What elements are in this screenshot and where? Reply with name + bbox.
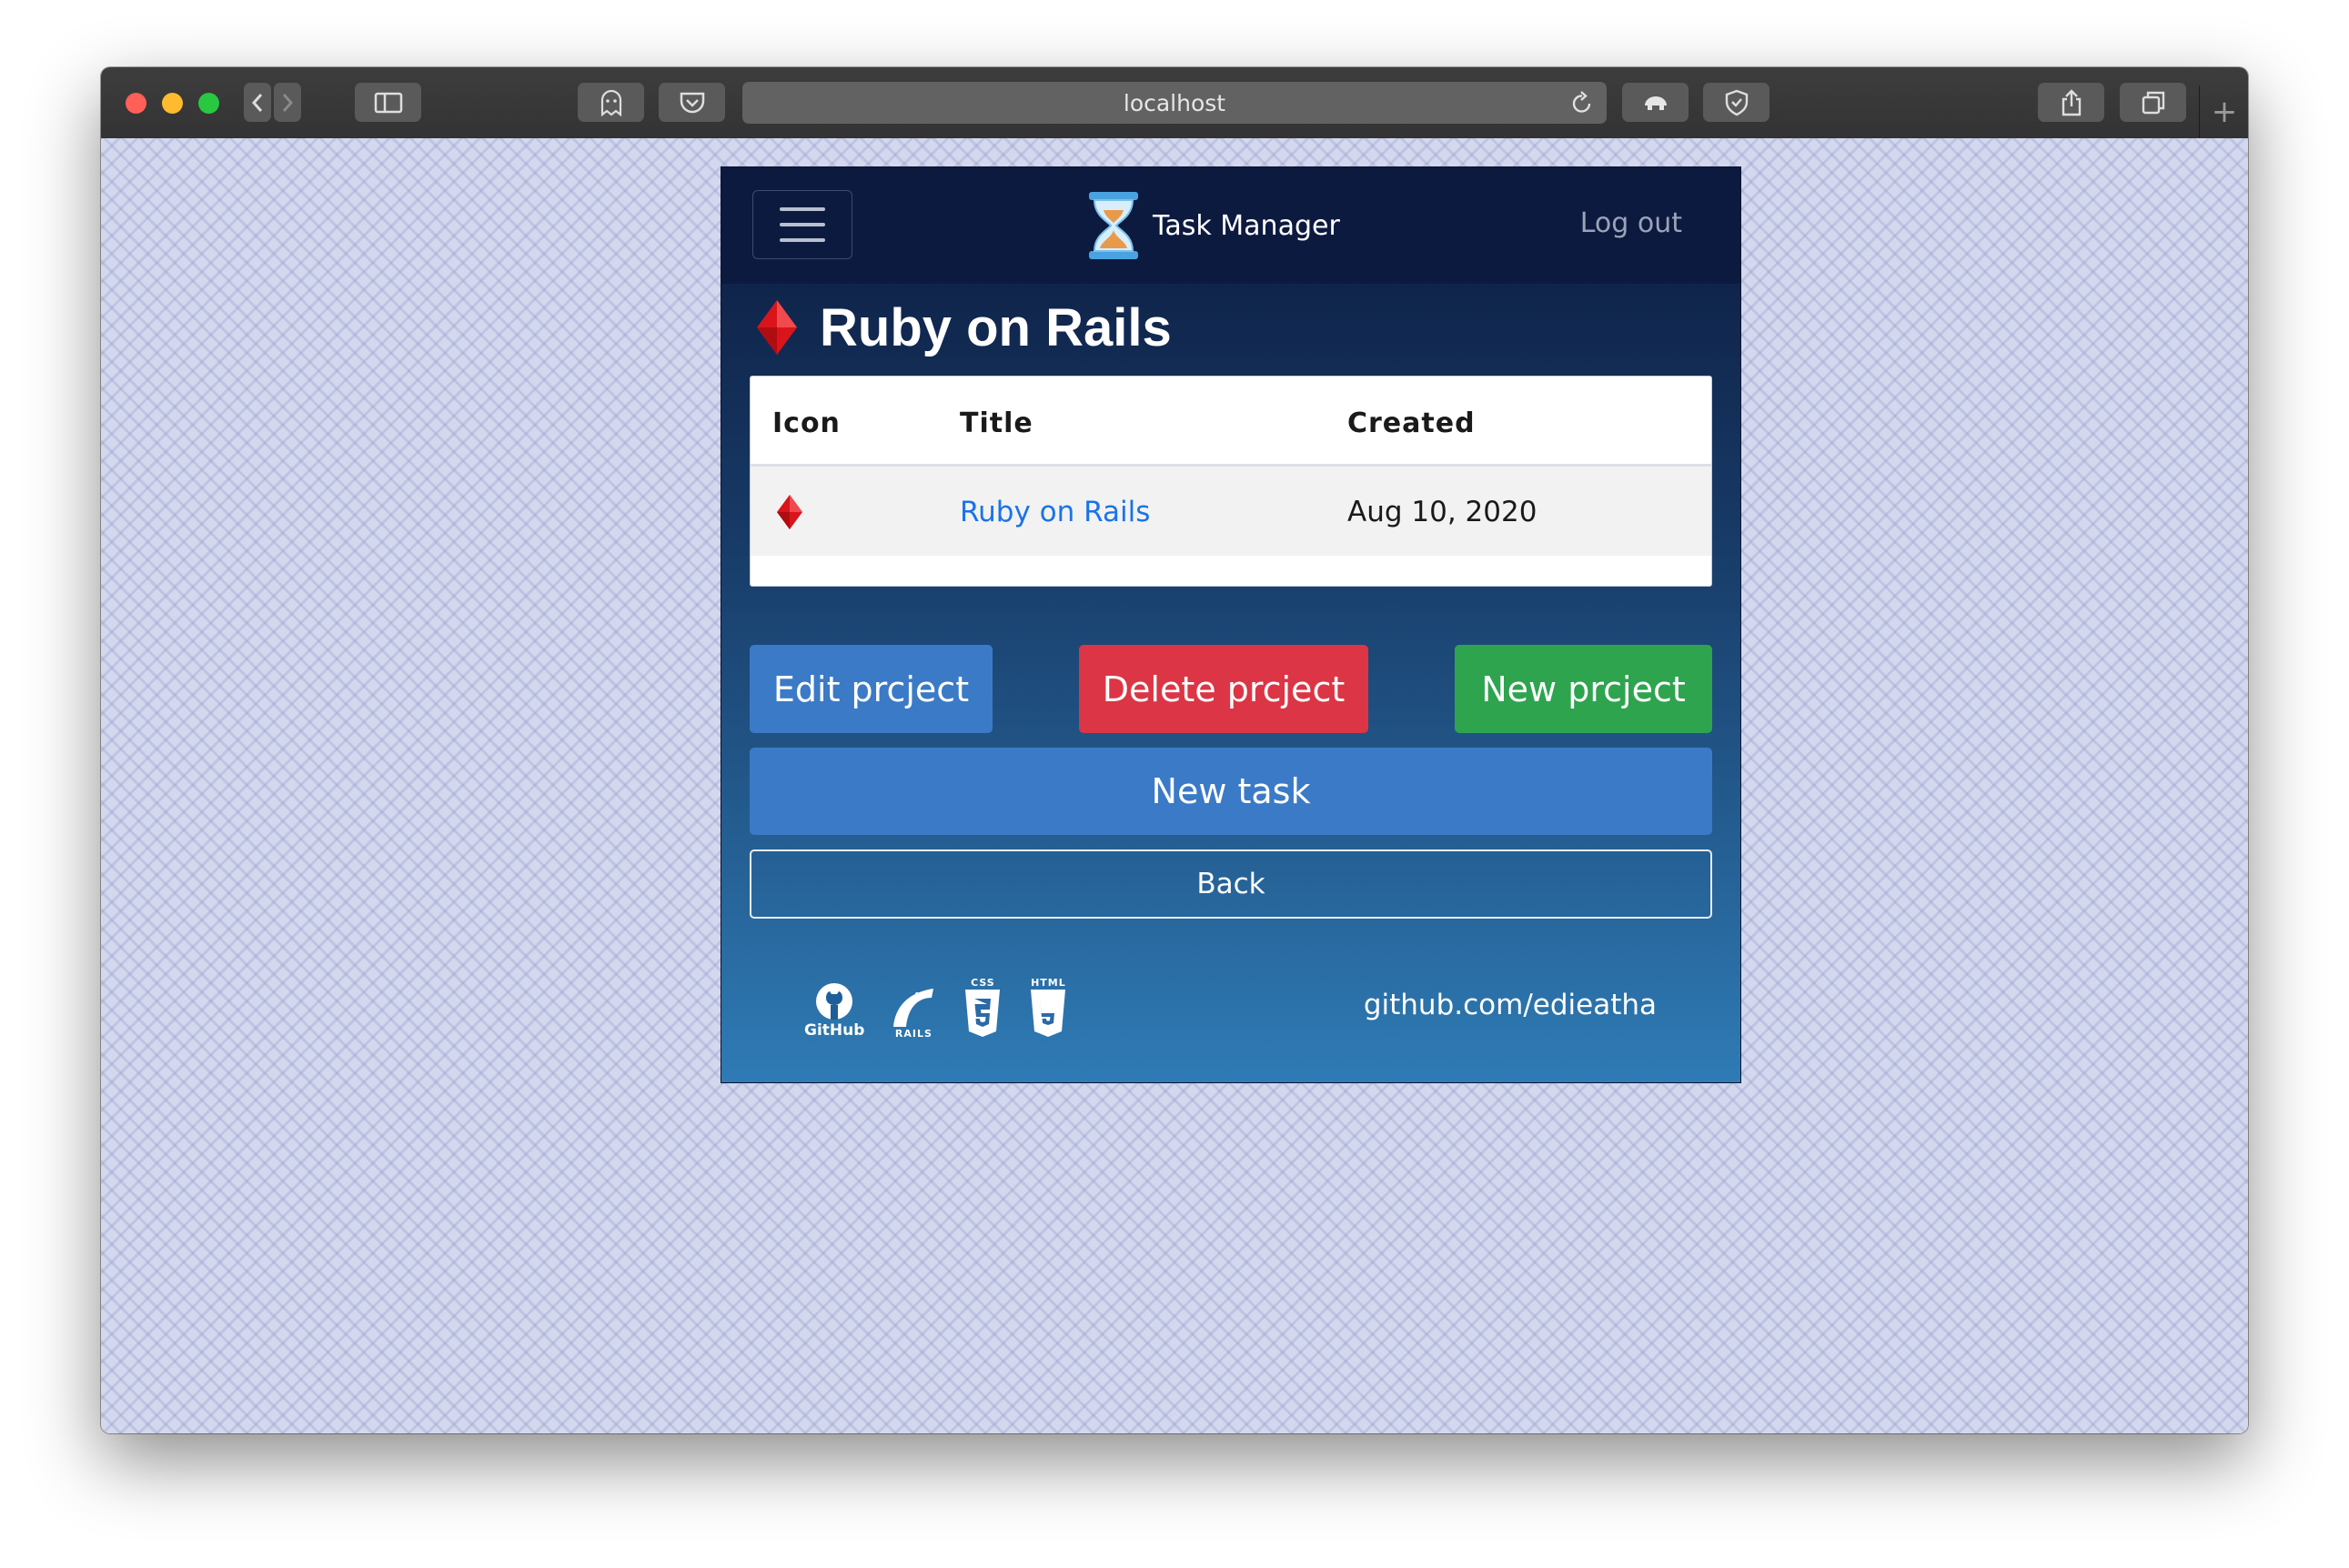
close-window-button[interactable]	[126, 93, 146, 114]
projects-table: Icon Title Created Ruby on Rails Aug 10,…	[750, 376, 1712, 587]
pocket-extension-button[interactable]	[659, 83, 725, 122]
rails-caption: RAILS	[894, 1028, 933, 1040]
css-caption: CSS	[971, 977, 995, 989]
red-diamond-icon	[757, 300, 797, 355]
ghostery-extension-button[interactable]	[578, 83, 644, 122]
app-card: Task Manager Log out Ruby on Rails Icon …	[721, 166, 1741, 1083]
new-project-button[interactable]: New prcject	[1455, 645, 1712, 733]
browser-window: localhost + Task Manager Log out Ruby on…	[101, 67, 2248, 1433]
table-header: Icon Title Created	[751, 377, 1711, 467]
hamburger-line	[780, 207, 825, 211]
sidebar-toggle-button[interactable]	[355, 83, 421, 122]
github-caption: GitHub	[804, 1021, 865, 1040]
html-caption: HTML	[1031, 977, 1066, 989]
hamburger-line	[780, 223, 825, 226]
tabs-icon	[2142, 91, 2164, 114]
forward-nav-button[interactable]	[274, 83, 301, 122]
sidebar-icon	[374, 92, 402, 113]
red-diamond-icon	[776, 494, 803, 534]
project-title-cell: Ruby on Rails	[960, 496, 1150, 528]
chevron-left-icon	[251, 93, 263, 112]
share-icon	[2062, 88, 2081, 116]
back-nav-button[interactable]	[244, 83, 271, 122]
address-text: localhost	[1123, 89, 1226, 116]
vpn-extension-button[interactable]	[1622, 83, 1689, 122]
column-header-created: Created	[1347, 407, 1476, 439]
css3-icon[interactable]: CSS	[963, 978, 1003, 1039]
browser-toolbar: localhost +	[101, 67, 2248, 139]
html5-icon[interactable]: HTML	[1028, 978, 1068, 1039]
reload-icon	[1572, 91, 1591, 113]
column-header-title: Title	[960, 407, 1033, 439]
delete-project-button[interactable]: Delete prcject	[1079, 645, 1368, 733]
created-date-cell: Aug 10, 2020	[1347, 496, 1537, 528]
plus-icon: +	[2211, 94, 2238, 130]
share-button[interactable]	[2038, 83, 2104, 122]
edit-project-button[interactable]: Edit prcject	[750, 645, 993, 733]
table-row: Ruby on Rails Aug 10, 2020	[751, 467, 1711, 556]
ghost-icon	[600, 89, 621, 116]
back-button[interactable]: Back	[750, 849, 1712, 919]
project-title-link[interactable]: Ruby on Rails	[960, 496, 1150, 528]
tab-overview-button[interactable]	[2120, 83, 2186, 122]
zoom-window-button[interactable]	[198, 93, 219, 114]
reload-button[interactable]	[1570, 90, 1594, 121]
navbar: Task Manager Log out	[721, 167, 1740, 284]
shield-icon	[1725, 89, 1748, 116]
page-viewport: Task Manager Log out Ruby on Rails Icon …	[101, 138, 2248, 1433]
menu-toggle-button[interactable]	[752, 190, 852, 259]
rails-icon[interactable]: RAILS	[890, 985, 937, 1039]
page-heading: Ruby on Rails	[754, 291, 1172, 364]
chevron-right-icon	[282, 93, 294, 112]
column-header-icon: Icon	[772, 407, 841, 439]
tech-icons: GitHub RAILS CSS HTML	[804, 975, 1068, 1039]
github-icon[interactable]: GitHub	[804, 981, 864, 1039]
pocket-icon	[680, 92, 704, 113]
address-bar[interactable]: localhost	[742, 82, 1607, 124]
new-task-button[interactable]: New task	[750, 748, 1712, 835]
hamburger-line	[780, 238, 825, 242]
privacy-extension-button[interactable]	[1703, 83, 1769, 122]
github-profile-link[interactable]: github.com/edieatha	[1364, 989, 1657, 1021]
brand-title: Task Manager	[1153, 209, 1340, 242]
turtle-icon	[1644, 95, 1667, 110]
logout-link[interactable]: Log out	[1580, 207, 1682, 239]
minimize-window-button[interactable]	[162, 93, 183, 114]
new-tab-button[interactable]: +	[2199, 85, 2248, 138]
hourglass-icon	[1089, 192, 1138, 259]
page-title: Ruby on Rails	[820, 297, 1172, 357]
brand-link[interactable]: Task Manager	[1085, 187, 1340, 264]
